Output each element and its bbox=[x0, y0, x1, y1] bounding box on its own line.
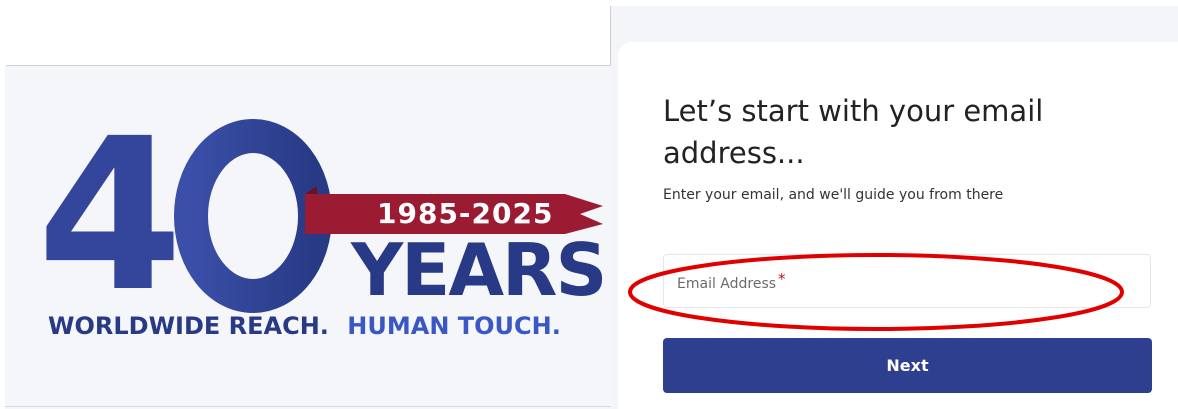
divider bbox=[5, 406, 611, 407]
page-subtitle: Enter your email, and we'll guide you fr… bbox=[663, 187, 1004, 203]
logo-zero-ring bbox=[174, 119, 332, 313]
logo-number: 4 bbox=[37, 93, 177, 338]
tagline-part-2: HUMAN TOUCH. bbox=[347, 312, 561, 340]
left-top-blank bbox=[0, 0, 610, 65]
page-title: Let’s start with your email address... bbox=[663, 94, 1044, 170]
years-range-text: 1985-2025 bbox=[377, 197, 553, 230]
tagline-part-1: WORLDWIDE REACH. bbox=[48, 312, 329, 340]
years-word: YEARS bbox=[350, 228, 605, 312]
page: 4 1985-2025 YEARS WORLDWIDE REACH. HUMAN… bbox=[0, 0, 1178, 409]
email-input[interactable] bbox=[664, 255, 1154, 309]
next-button[interactable]: Next bbox=[663, 338, 1152, 393]
email-field[interactable]: Email Address * bbox=[663, 254, 1154, 309]
anniversary-logo: 4 1985-2025 YEARS WORLDWIDE REACH. HUMAN… bbox=[5, 66, 611, 409]
tagline: WORLDWIDE REACH. HUMAN TOUCH. bbox=[48, 312, 561, 340]
